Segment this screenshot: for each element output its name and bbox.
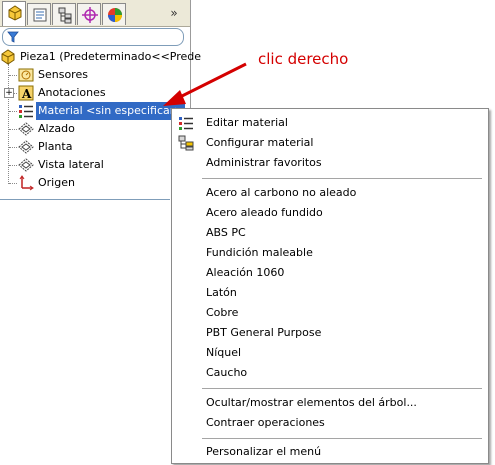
tab-dimxpert-manager[interactable] [77,3,101,25]
menu-item-label: Editar material [206,116,288,129]
property-manager-icon [33,8,47,22]
menu-item-material[interactable]: Latón [172,283,488,303]
menu-item-label: Configurar material [206,136,314,149]
tree-item-alzado[interactable]: Alzado [18,120,188,138]
tree-item-label: Sensores [38,68,88,81]
tree-item-vista-lateral[interactable]: Vista lateral [18,156,188,174]
menu-item-label: Contraer operaciones [206,416,325,429]
menu-item-material[interactable]: Aleación 1060 [172,263,488,283]
menu-item-material[interactable]: Acero aleado fundido [172,203,488,223]
menu-item-editar-material[interactable]: Editar material [172,113,488,133]
tree-item-label: Origen [38,176,75,189]
menu-item-configurar-material[interactable]: Configurar material [172,133,488,153]
menu-item-material[interactable]: ABS PC [172,223,488,243]
menu-item-label: Acero aleado fundido [206,206,323,219]
manager-tabbar: » [0,0,190,27]
tree-item-origen[interactable]: Origen [18,174,188,192]
menu-item-material[interactable]: Caucho [172,363,488,383]
annotation-text: clic derecho [258,50,349,68]
menu-item-label: Ocultar/mostrar elementos del árbol... [206,396,417,409]
tree-item-planta[interactable]: Planta [18,138,188,156]
tree-item-root-label: Pieza1 (Predeterminado<<Prede [20,50,202,63]
feature-tree-icon [8,5,22,21]
tab-display-manager[interactable] [102,3,126,25]
menu-item-label: ABS PC [206,226,246,239]
menu-separator [202,438,482,439]
tree-guide-line [8,64,9,184]
menu-item-contraer-operaciones[interactable]: Contraer operaciones [172,413,488,433]
menu-item-material[interactable]: Fundición maleable [172,243,488,263]
menu-item-label: Cobre [206,306,239,319]
feature-manager-panel: » Pieza1 (Predeterminado<<Prede Sensores [0,0,201,200]
tab-configuration-manager[interactable] [52,3,76,25]
menu-item-label: PBT General Purpose [206,326,322,339]
tab-property-manager[interactable] [27,3,51,25]
tree-item-label: Anotaciones [38,86,106,99]
menu-item-personalizar-menu[interactable]: Personalizar el menú [172,442,488,462]
menu-item-label: Administrar favoritos [206,156,322,169]
menu-item-label: Latón [206,286,237,299]
configuration-manager-icon [58,7,72,24]
tab-feature-manager[interactable] [2,1,26,26]
menu-item-material[interactable]: Cobre [172,303,488,323]
menu-item-label: Aleación 1060 [206,266,285,279]
menu-item-material[interactable]: PBT General Purpose [172,323,488,343]
menu-separator [202,178,482,179]
svg-text:A: A [21,87,32,101]
menu-item-label: Personalizar el menú [206,445,322,458]
menu-separator [202,388,482,389]
dimxpert-icon [82,7,98,23]
plane-icon [18,158,34,172]
tree-item-anotaciones[interactable]: A Anotaciones [18,84,188,102]
tree-item-label: Alzado [38,122,75,135]
menu-item-label: Fundición maleable [206,246,313,259]
context-menu: Editar material Configurar material Admi… [171,108,489,464]
filter-icon [7,31,19,43]
menu-item-label: Acero al carbono no aleado [206,186,357,199]
tree-item-label-selected: Material <sin especificar> [36,102,186,120]
part-icon [1,49,15,65]
menu-item-material[interactable]: Acero al carbono no aleado [172,183,488,203]
tree-filter-input[interactable] [2,28,184,46]
display-manager-icon [108,8,122,22]
sensor-icon [18,68,34,82]
tree-item-sensores[interactable]: Sensores [18,66,188,84]
menu-item-administrar-favoritos[interactable]: Administrar favoritos [172,153,488,173]
configure-material-icon [178,135,194,151]
annotation-icon: A [18,85,34,101]
tree-item-label: Planta [38,140,73,153]
menu-item-label: Níquel [206,346,242,359]
tree-item-root[interactable]: Pieza1 (Predeterminado<<Prede [0,48,201,66]
tree-item-label: Vista lateral [38,158,104,171]
panel-divider [0,199,170,200]
plane-icon [18,140,34,154]
menu-item-ocultar-mostrar-elementos[interactable]: Ocultar/mostrar elementos del árbol... [172,393,488,413]
plane-icon [18,122,34,136]
tree-item-material[interactable]: Material <sin especificar> [18,102,188,120]
more-tabs-button[interactable]: » [166,4,182,22]
menu-item-material[interactable]: Níquel [172,343,488,363]
material-icon [19,105,33,118]
expand-toggle[interactable]: + [4,88,14,98]
origin-icon [19,175,34,191]
menu-item-label: Caucho [206,366,248,379]
material-icon [179,117,193,130]
